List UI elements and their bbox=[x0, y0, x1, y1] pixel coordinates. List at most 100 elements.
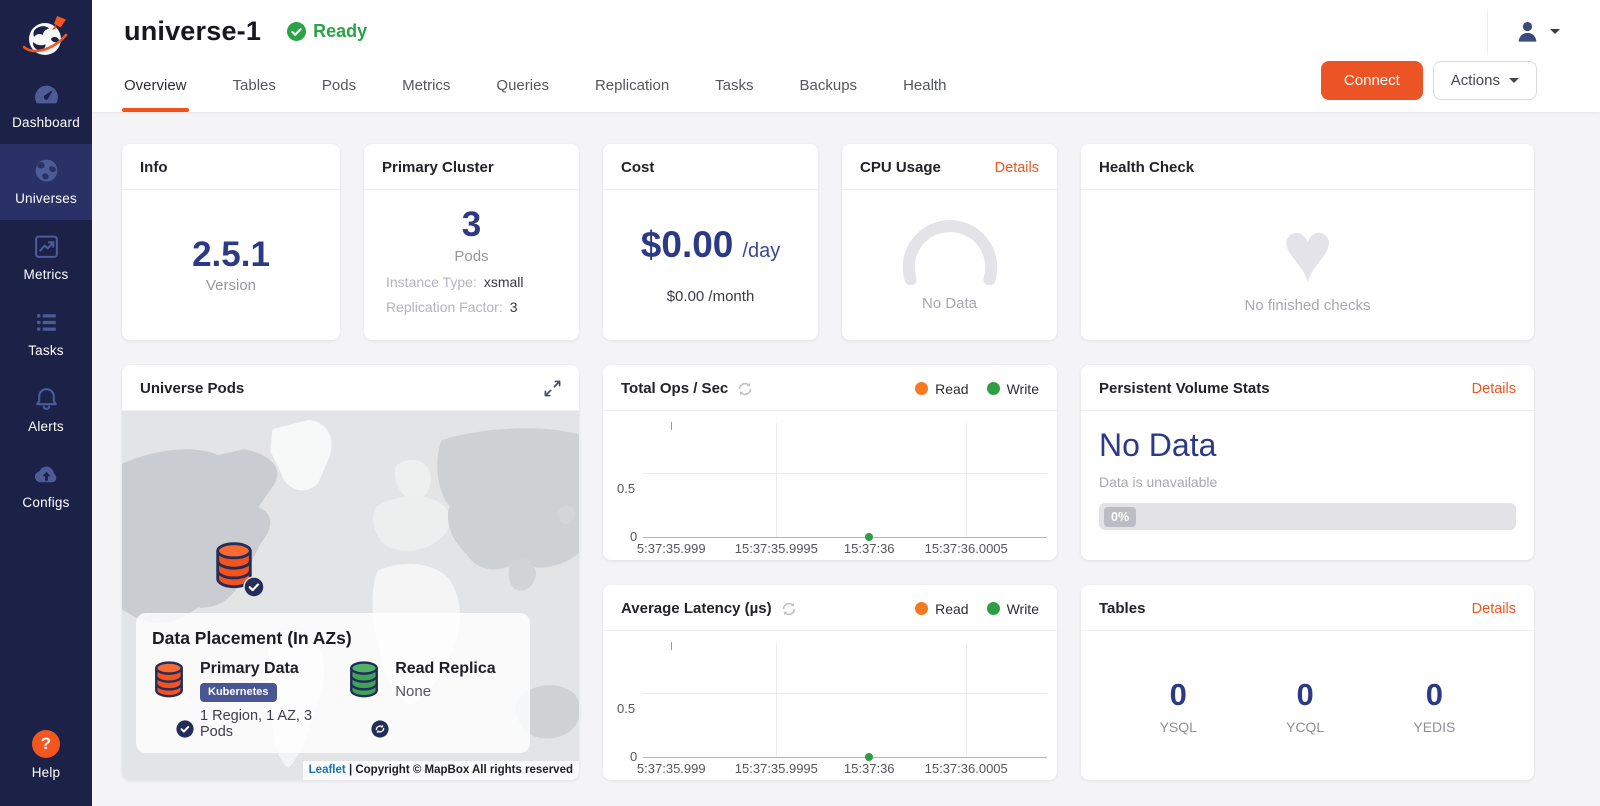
check-circle-icon bbox=[287, 22, 306, 41]
tab-bar: Overview Tables Pods Metrics Queries Rep… bbox=[124, 48, 992, 112]
connect-button[interactable]: Connect bbox=[1321, 61, 1423, 100]
tab-queries[interactable]: Queries bbox=[496, 77, 549, 112]
world-map[interactable]: Data Placement (In AZs) bbox=[122, 411, 579, 780]
instance-type-value: xsmall bbox=[484, 274, 524, 290]
tab-health[interactable]: Health bbox=[903, 77, 946, 112]
sidebar-item-label: Universes bbox=[15, 191, 77, 206]
info-card: Info 2.5.1 Version bbox=[122, 144, 340, 340]
card-title: Cost bbox=[621, 159, 654, 176]
read-replica-block: Read Replica None bbox=[347, 660, 514, 740]
tab-replication[interactable]: Replication bbox=[595, 77, 669, 112]
sidebar: Dashboard Universes Metrics bbox=[0, 0, 92, 806]
sidebar-item-universes[interactable]: Universes bbox=[0, 144, 92, 220]
legend-read[interactable]: Read bbox=[915, 381, 968, 397]
pvs-details-link[interactable]: Details bbox=[1472, 381, 1516, 397]
card-title: CPU Usage bbox=[860, 159, 941, 176]
card-title: Primary Cluster bbox=[382, 159, 494, 176]
tab-backups[interactable]: Backups bbox=[800, 77, 858, 112]
ysql-count-block: 0 YSQL bbox=[1160, 677, 1197, 735]
x-tick: 15:37:36.0005 bbox=[925, 541, 1008, 556]
bell-icon bbox=[33, 385, 60, 412]
tab-overview[interactable]: Overview bbox=[124, 77, 187, 112]
user-menu[interactable] bbox=[1514, 18, 1560, 45]
x-tick: 15:37:35.9995 bbox=[735, 761, 818, 776]
attribution-text: | Copyright © MapBox All rights reserved bbox=[349, 764, 573, 776]
chart-plot-area: 0.5 0 5:37:35.999 15:37:35.9995 15:37:36… bbox=[603, 411, 1057, 560]
cpu-details-link[interactable]: Details bbox=[995, 160, 1039, 176]
tab-metrics[interactable]: Metrics bbox=[402, 77, 450, 112]
ycql-label: YCQL bbox=[1286, 719, 1324, 735]
legend-write[interactable]: Write bbox=[987, 601, 1039, 617]
health-check-card: Health Check ♥ No finished checks bbox=[1081, 144, 1534, 340]
x-tick: 5:37:35.999 bbox=[637, 761, 706, 776]
primary-data-title: Primary Data bbox=[200, 660, 347, 678]
expand-map-button[interactable] bbox=[544, 380, 561, 397]
ycql-count-block: 0 YCQL bbox=[1286, 677, 1324, 735]
primary-data-block: Primary Data Kubernetes 1 Region, 1 AZ, … bbox=[152, 660, 347, 740]
sidebar-item-metrics[interactable]: Metrics bbox=[0, 220, 92, 296]
refresh-icon[interactable] bbox=[781, 601, 797, 617]
sidebar-item-label: Dashboard bbox=[12, 115, 80, 130]
sidebar-item-label: Tasks bbox=[28, 343, 64, 358]
version-value: 2.5.1 bbox=[192, 236, 270, 275]
sidebar-item-configs[interactable]: Configs bbox=[0, 448, 92, 524]
tasks-list-icon bbox=[33, 309, 60, 336]
sidebar-item-alerts[interactable]: Alerts bbox=[0, 372, 92, 448]
cluster-map-marker[interactable] bbox=[212, 541, 258, 596]
card-title: Health Check bbox=[1099, 159, 1194, 176]
data-placement-title: Data Placement (In AZs) bbox=[152, 628, 514, 649]
legend-write[interactable]: Write bbox=[987, 381, 1039, 397]
card-title: Persistent Volume Stats bbox=[1099, 380, 1270, 397]
tab-tasks[interactable]: Tasks bbox=[715, 77, 753, 112]
write-dot-icon bbox=[987, 382, 1000, 395]
card-title: Info bbox=[140, 159, 168, 176]
read-replica-title: Read Replica bbox=[395, 660, 495, 678]
ycql-count: 0 bbox=[1297, 677, 1314, 713]
sync-badge-icon bbox=[371, 720, 389, 738]
heart-icon: ♥ bbox=[1282, 216, 1333, 289]
total-ops-chart-card: Total Ops / Sec Read Write bbox=[603, 365, 1057, 560]
pvs-subtitle: Data is unavailable bbox=[1099, 474, 1516, 490]
user-avatar-icon bbox=[1514, 18, 1541, 45]
tables-details-link[interactable]: Details bbox=[1472, 601, 1516, 617]
actions-button[interactable]: Actions bbox=[1433, 61, 1537, 100]
cost-per-day-value: $0.00 bbox=[641, 225, 734, 266]
chart-legend: Read Write bbox=[915, 381, 1039, 397]
main-area: universe-1 Ready bbox=[92, 0, 1600, 806]
version-label: Version bbox=[206, 277, 256, 294]
cost-card: Cost $0.00 /day $0.00 /month bbox=[603, 144, 818, 340]
chart-legend: Read Write bbox=[915, 601, 1039, 617]
instance-type-row: Instance Type:xsmall bbox=[364, 274, 579, 290]
help-icon: ? bbox=[32, 730, 60, 758]
read-replica-value: None bbox=[395, 683, 495, 700]
leaflet-link[interactable]: Leaflet bbox=[309, 764, 346, 776]
card-title: Universe Pods bbox=[140, 380, 244, 397]
check-badge-icon bbox=[176, 720, 194, 738]
sidebar-item-label: Metrics bbox=[24, 267, 69, 282]
sidebar-nav: Dashboard Universes Metrics bbox=[0, 68, 92, 524]
y-tick: 0.5 bbox=[617, 481, 635, 496]
x-tick: 15:37:35.9995 bbox=[735, 541, 818, 556]
cpu-usage-card: CPU Usage Details No Data bbox=[842, 144, 1057, 340]
sidebar-item-help[interactable]: ? Help bbox=[0, 717, 92, 794]
tab-pods[interactable]: Pods bbox=[322, 77, 356, 112]
divider bbox=[1487, 9, 1488, 55]
refresh-icon[interactable] bbox=[737, 381, 753, 397]
read-dot-icon bbox=[915, 382, 928, 395]
card-title: Average Latency (µs) bbox=[621, 600, 772, 617]
replica-database-icon bbox=[347, 660, 381, 700]
x-tick: 5:37:35.999 bbox=[637, 541, 706, 556]
tab-tables[interactable]: Tables bbox=[233, 77, 276, 112]
sidebar-item-tasks[interactable]: Tasks bbox=[0, 296, 92, 372]
cpu-empty-label: No Data bbox=[922, 295, 977, 312]
legend-read[interactable]: Read bbox=[915, 601, 968, 617]
check-badge-icon bbox=[243, 576, 265, 598]
yugabyte-logo[interactable] bbox=[0, 6, 92, 68]
sidebar-item-dashboard[interactable]: Dashboard bbox=[0, 68, 92, 144]
data-placement-panel: Data Placement (In AZs) bbox=[136, 613, 530, 753]
universe-pods-card: Universe Pods bbox=[122, 365, 579, 780]
health-empty-label: No finished checks bbox=[1245, 297, 1371, 314]
avg-latency-chart-card: Average Latency (µs) Read Write bbox=[603, 585, 1057, 780]
chevron-down-icon bbox=[1550, 29, 1560, 34]
primary-data-summary: 1 Region, 1 AZ, 3 Pods bbox=[200, 708, 347, 740]
